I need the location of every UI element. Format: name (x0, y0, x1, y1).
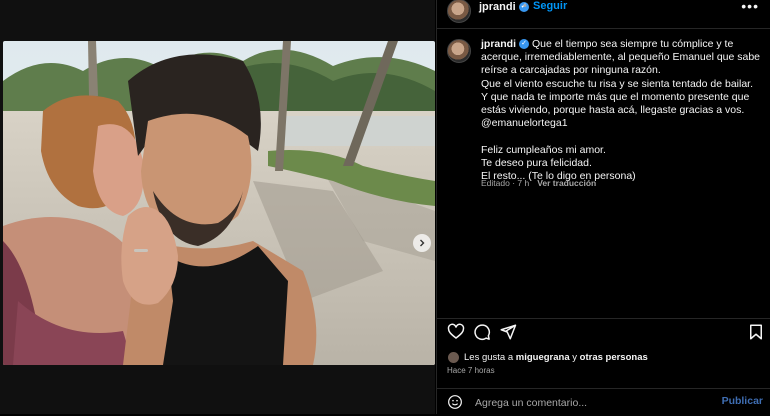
caption-text: Que el tiempo sea siempre tu cómplice y … (481, 38, 761, 183)
emoji-icon[interactable] (447, 394, 463, 410)
follow-button[interactable]: Seguir (533, 0, 567, 12)
beach-couple-photo (3, 41, 435, 365)
author-avatar[interactable] (447, 0, 471, 23)
likes-connector: y (572, 352, 578, 363)
caption-body: jprandi ✓ Que el tiempo sea siempre tu có… (481, 38, 761, 183)
bookmark-icon[interactable] (747, 323, 765, 341)
translate-link[interactable]: Ver traducción (537, 178, 596, 188)
likes-user[interactable]: miguegrana (516, 352, 570, 363)
author-username: jprandi (479, 1, 516, 13)
edited-time: Editado · 7 h (481, 178, 530, 188)
carousel-next-button[interactable] (413, 234, 431, 252)
comment-icon[interactable] (473, 323, 491, 341)
liker-avatar (447, 351, 460, 364)
post-side-panel: jprandi ✓ • Seguir ••• jprandi ✓ Que el ti… (436, 0, 770, 414)
caption-meta: Editado · 7 h Ver traducción (481, 178, 596, 188)
post-time: Hace 7 horas (447, 366, 495, 375)
caption-section: jprandi ✓ Que el tiempo sea siempre tu có… (437, 28, 770, 318)
comment-input[interactable] (473, 394, 707, 412)
share-icon[interactable] (499, 323, 517, 341)
likes-prefix: Les gusta a (464, 352, 514, 363)
post-photo[interactable] (3, 41, 435, 365)
post-header: jprandi ✓ • Seguir ••• (437, 0, 770, 29)
likes-others[interactable]: otras personas (580, 352, 648, 363)
caption-author-avatar[interactable] (447, 39, 471, 63)
more-options-icon[interactable]: ••• (741, 0, 759, 14)
likes-summary[interactable]: Les gusta a miguegrana y otras personas (447, 351, 648, 364)
chevron-right-icon (420, 239, 425, 247)
heart-icon[interactable] (447, 323, 465, 341)
actions-section: Les gusta a miguegrana y otras personas … (437, 318, 770, 415)
publish-button[interactable]: Publicar (722, 395, 763, 407)
caption-username[interactable]: jprandi (481, 38, 516, 50)
verified-icon: ✓ (519, 39, 530, 50)
comment-bar: Publicar (437, 388, 770, 416)
header-separator: • (523, 0, 527, 12)
author-username-link[interactable]: jprandi ✓ (479, 1, 529, 13)
